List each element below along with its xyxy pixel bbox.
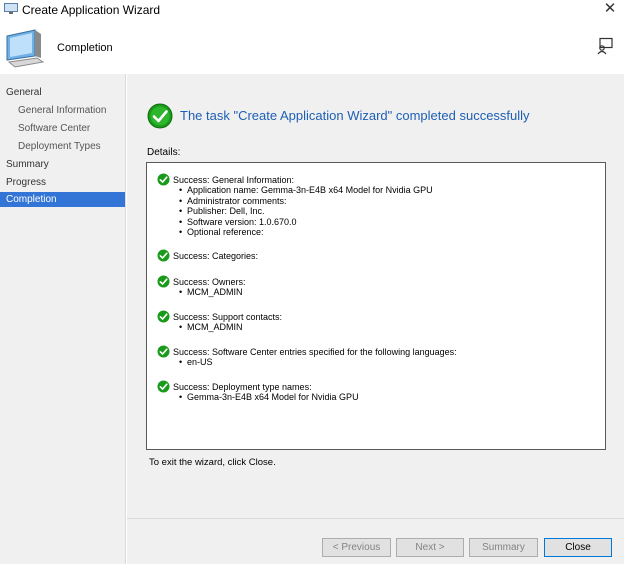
completion-status-text: The task "Create Application Wizard" com…: [180, 108, 530, 123]
computer-icon: [6, 29, 45, 68]
success-check-icon: [147, 103, 173, 129]
exit-instructions: To exit the wizard, click Close.: [149, 457, 276, 468]
details-box[interactable]: Success: General Information: Applicatio…: [146, 162, 606, 450]
details-label: Details:: [147, 147, 181, 158]
detail-item: Publisher: Dell, Inc.: [179, 206, 433, 217]
footer-divider: [127, 518, 624, 519]
close-button[interactable]: Close: [544, 538, 612, 557]
detail-item: Optional reference:: [179, 227, 433, 238]
nav-item-general[interactable]: General: [0, 85, 125, 100]
window-title: Create Application Wizard: [22, 3, 161, 17]
detail-heading: Success: Deployment type names:: [173, 382, 312, 392]
nav-item-completion[interactable]: Completion: [0, 192, 125, 207]
detail-heading: Success: Software Center entries specifi…: [173, 347, 457, 357]
page-title: Completion: [57, 42, 113, 54]
detail-item: Software version: 1.0.670.0: [179, 217, 433, 228]
success-check-icon: [157, 173, 170, 186]
nav-item-software-center[interactable]: Software Center: [0, 121, 125, 136]
wizard-nav: General General Information Software Cen…: [0, 74, 126, 564]
feedback-icon[interactable]: [596, 37, 614, 55]
detail-item: Administrator comments:: [179, 196, 433, 207]
detail-heading: Success: Owners:: [173, 277, 246, 287]
previous-button[interactable]: < Previous: [322, 538, 391, 557]
detail-item: Gemma-3n-E4B x64 Model for Nvidia GPU: [179, 392, 359, 403]
detail-heading: Success: Categories:: [173, 251, 259, 261]
detail-heading: Success: General Information:: [173, 175, 295, 185]
close-icon: ✕: [603, 0, 617, 17]
nav-item-summary[interactable]: Summary: [0, 157, 125, 172]
detail-item: Application name: Gemma-3n-E4B x64 Model…: [179, 185, 433, 196]
detail-item: en-US: [179, 357, 213, 368]
nav-item-deployment-types[interactable]: Deployment Types: [0, 139, 125, 154]
summary-button[interactable]: Summary: [469, 538, 538, 557]
success-check-icon: [157, 275, 170, 288]
detail-item: MCM_ADMIN: [179, 287, 243, 298]
success-check-icon: [157, 380, 170, 393]
wizard-content: The task "Create Application Wizard" com…: [127, 74, 624, 564]
wizard-app-icon: [4, 3, 18, 14]
detail-heading: Success: Support contacts:: [173, 312, 283, 322]
next-button[interactable]: Next >: [396, 538, 464, 557]
nav-item-general-information[interactable]: General Information: [0, 103, 125, 118]
title-bar: Create Application Wizard ✕: [0, 0, 624, 20]
detail-item: MCM_ADMIN: [179, 322, 243, 333]
nav-item-progress[interactable]: Progress: [0, 175, 125, 190]
window-close-button[interactable]: ✕: [600, 0, 620, 20]
success-check-icon: [157, 310, 170, 323]
wizard-header: Completion: [0, 20, 624, 74]
success-check-icon: [157, 345, 170, 358]
success-check-icon: [157, 249, 170, 262]
